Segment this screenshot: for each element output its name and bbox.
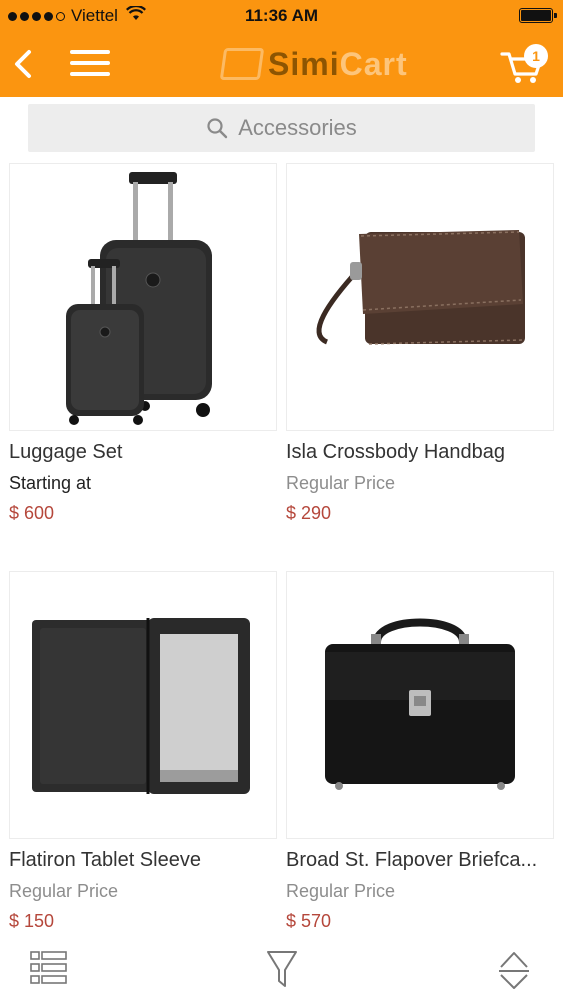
list-view-button[interactable] [30,950,68,991]
bottom-toolbar [0,940,563,1000]
product-name[interactable]: Flatiron Tablet Sleeve [9,849,279,872]
cart-count-badge: 1 [524,44,548,68]
status-bar: Viettel 11:36 AM [0,0,563,32]
status-time: 11:36 AM [244,6,319,25]
search-icon [207,118,228,139]
app-header: Viettel 11:36 AM SimiCart 1 [0,0,563,97]
product-price: $ 600 [9,503,55,523]
back-arrow-icon [15,50,31,78]
product-price: $ 570 [286,911,332,931]
nav-bar: SimiCart 1 [0,32,563,97]
search-input[interactable]: Accessories [28,104,535,152]
product-price-label: Regular Price [286,881,396,901]
tablet-sleeve-image [32,618,250,794]
product-image-flatiron-tablet-sleeve[interactable] [9,571,277,839]
menu-button[interactable] [70,50,110,80]
product-price: $ 290 [286,503,332,523]
product-name[interactable]: Broad St. Flapover Briefca... [286,849,556,872]
search-placeholder: Accessories [238,115,357,140]
handbag-image [316,230,525,345]
cart-button[interactable]: 1 [500,42,550,88]
logo-mark-icon [219,48,265,80]
sort-button[interactable] [497,950,531,995]
product-price: $ 150 [9,911,55,931]
list-view-icon [30,951,67,984]
sort-icon [499,952,529,989]
product-name[interactable]: Isla Crossbody Handbag [286,441,556,464]
hamburger-menu-icon [70,50,110,76]
product-image-isla-crossbody-handbag[interactable] [286,163,554,431]
briefcase-image [325,618,515,790]
luggage-image [66,172,212,425]
logo-text-cart: Cart [339,45,408,82]
product-name[interactable]: Luggage Set [9,441,279,464]
product-image-luggage-set[interactable] [9,163,277,431]
filter-icon [267,951,297,987]
back-button[interactable] [8,44,38,84]
app-logo: SimiCart [219,44,408,84]
product-price-label: Starting at [9,473,92,493]
filter-button[interactable] [266,950,298,995]
battery-icon [519,8,557,23]
product-price-label: Regular Price [9,881,119,901]
product-image-broad-st-flapover-briefcase[interactable] [286,571,554,839]
product-price-label: Regular Price [286,473,396,493]
logo-text-simi: Simi [268,45,340,82]
